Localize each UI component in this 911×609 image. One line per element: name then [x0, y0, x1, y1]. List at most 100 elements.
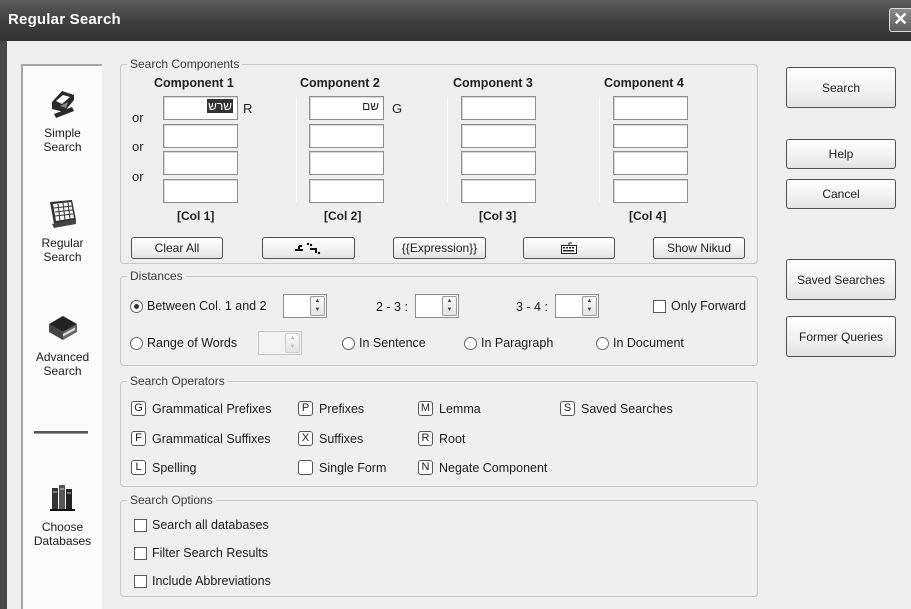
component-1-input-1[interactable]: שרש — [163, 96, 238, 120]
radio-indicator — [464, 336, 477, 350]
operator-single-form[interactable]: Single Form — [298, 460, 386, 475]
checkbox-box — [134, 518, 147, 532]
radio-indicator — [342, 336, 355, 350]
operator-key: R — [418, 431, 433, 446]
search-all-databases-checkbox[interactable]: Search all databases — [134, 518, 269, 532]
operator-key: X — [298, 431, 313, 446]
spinner-arrows-icon[interactable]: ▲ ▼ — [442, 296, 457, 316]
search-button[interactable]: Search — [786, 67, 896, 108]
component-4-input-2[interactable] — [613, 124, 688, 148]
operator-label: Suffixes — [319, 431, 364, 446]
component-1-header: Component 1 — [154, 76, 234, 90]
include-abbreviations-label: Include Abbreviations — [152, 574, 271, 588]
help-button[interactable]: Help — [786, 139, 896, 169]
nav-label-choose-databases: Choose Databases — [33, 520, 92, 548]
component-3-input-3[interactable] — [461, 151, 536, 175]
component-2-input-1[interactable]: שם — [309, 96, 384, 120]
component-1-operator: R — [243, 101, 253, 116]
distance-1-2-spinner[interactable]: ▲ ▼ — [283, 294, 327, 318]
nav-choose-databases[interactable]: Choose Databases — [23, 480, 102, 548]
component-3-input-4[interactable] — [461, 179, 536, 203]
nav-simple-search[interactable]: Simple Search — [23, 86, 102, 154]
range-of-words-radio[interactable]: Range of Words — [130, 336, 237, 350]
clear-all-button[interactable]: Clear All — [131, 237, 223, 259]
operator-lemma[interactable]: M Lemma — [418, 401, 481, 416]
show-nikud-button[interactable]: Show Nikud — [653, 237, 745, 259]
search-options-group: Search Options Search all databases Filt… — [120, 493, 758, 597]
checkbox-box — [653, 299, 666, 313]
or-label: or — [132, 139, 144, 154]
nav-label-advanced-search: Advanced Search — [35, 350, 90, 378]
component-2-value: שם — [362, 99, 379, 113]
search-operators-group: Search Operators G Grammatical Prefixes … — [120, 374, 758, 487]
nav-label-regular-search: Regular Search — [41, 236, 84, 264]
close-icon: ✕ — [892, 9, 909, 29]
search-options-legend: Search Options — [127, 493, 216, 507]
in-document-radio[interactable]: In Document — [596, 336, 684, 350]
distances-legend: Distances — [127, 269, 186, 283]
component-3-input-2[interactable] — [461, 124, 536, 148]
operator-key: L — [131, 460, 146, 475]
include-abbreviations-checkbox[interactable]: Include Abbreviations — [134, 574, 271, 588]
component-2-input-3[interactable] — [309, 151, 384, 175]
operator-key: G — [131, 401, 146, 416]
component-1-input-4[interactable] — [163, 179, 238, 203]
saved-searches-button[interactable]: Saved Searches — [786, 259, 896, 300]
search-components-legend: Search Components — [127, 57, 243, 71]
component-3-input-1[interactable] — [461, 96, 536, 120]
in-sentence-radio[interactable]: In Sentence — [342, 336, 426, 350]
operator-suffixes[interactable]: X Suffixes — [298, 431, 363, 446]
advanced-search-icon — [48, 316, 77, 340]
component-1-value: שרש — [207, 99, 233, 113]
nav-regular-search[interactable]: Regular Search — [23, 196, 102, 264]
search-all-databases-label: Search all databases — [152, 518, 269, 532]
component-1-input-2[interactable] — [163, 124, 238, 148]
operator-root[interactable]: R Root — [418, 431, 465, 446]
filter-search-results-label: Filter Search Results — [152, 546, 269, 560]
component-4-input-4[interactable] — [613, 179, 688, 203]
operator-key: P — [298, 401, 313, 416]
operator-prefixes[interactable]: P Prefixes — [298, 401, 364, 416]
operator-grammatical-suffixes[interactable]: F Grammatical Suffixes — [131, 431, 271, 446]
component-2-input-4[interactable] — [309, 179, 384, 203]
operator-negate-component[interactable]: N Negate Component — [418, 460, 547, 475]
search-operators-legend: Search Operators — [127, 374, 228, 388]
between-columns-radio[interactable]: Between Col. 1 and 2 — [130, 299, 267, 313]
former-queries-button[interactable]: Former Queries — [786, 316, 896, 357]
only-forward-checkbox[interactable]: Only Forward — [653, 299, 746, 313]
radio-indicator — [130, 299, 143, 313]
operator-label: Negate Component — [439, 460, 548, 475]
nav-label-simple-search: Simple Search — [43, 126, 82, 154]
keyboard-layout-button[interactable] — [262, 237, 355, 259]
cancel-button[interactable]: Cancel — [786, 179, 896, 209]
range-of-words-spinner[interactable]: ▲ ▼ — [258, 331, 302, 355]
nav-advanced-search[interactable]: Advanced Search — [23, 310, 102, 378]
distance-2-3-spinner[interactable]: ▲ ▼ — [415, 294, 459, 318]
spinner-arrows-icon[interactable]: ▲ ▼ — [582, 296, 597, 316]
operator-key: S — [560, 401, 575, 416]
spinner-arrows-icon[interactable]: ▲ ▼ — [285, 333, 300, 353]
nav-divider — [34, 431, 88, 434]
spinner-arrows-icon[interactable]: ▲ ▼ — [310, 296, 325, 316]
column-divider — [447, 97, 448, 202]
component-1-input-3[interactable] — [163, 151, 238, 175]
distances-group: Distances Between Col. 1 and 2 ▲ ▼ 2 - 3 … — [120, 269, 758, 366]
virtual-keyboard-button[interactable] — [523, 237, 615, 259]
component-3-header: Component 3 — [453, 76, 533, 90]
expression-button[interactable]: {{Expression}} — [393, 237, 486, 259]
checkbox-box — [134, 574, 147, 588]
column-divider — [296, 97, 297, 202]
filter-search-results-checkbox[interactable]: Filter Search Results — [134, 546, 268, 560]
simple-search-icon — [51, 91, 74, 118]
window-frame — [0, 41, 7, 609]
operator-spelling[interactable]: L Spelling — [131, 460, 196, 475]
distance-3-4-spinner[interactable]: ▲ ▼ — [555, 294, 599, 318]
component-2-input-2[interactable] — [309, 124, 384, 148]
component-4-input-3[interactable] — [613, 151, 688, 175]
operator-saved-searches[interactable]: S Saved Searches — [560, 401, 673, 416]
search-components-group: Search Components Component 1 Component … — [120, 57, 758, 264]
component-4-input-1[interactable] — [613, 96, 688, 120]
in-paragraph-radio[interactable]: In Paragraph — [464, 336, 553, 350]
operator-grammatical-prefixes[interactable]: G Grammatical Prefixes — [131, 401, 271, 416]
close-button[interactable]: ✕ — [889, 8, 911, 32]
